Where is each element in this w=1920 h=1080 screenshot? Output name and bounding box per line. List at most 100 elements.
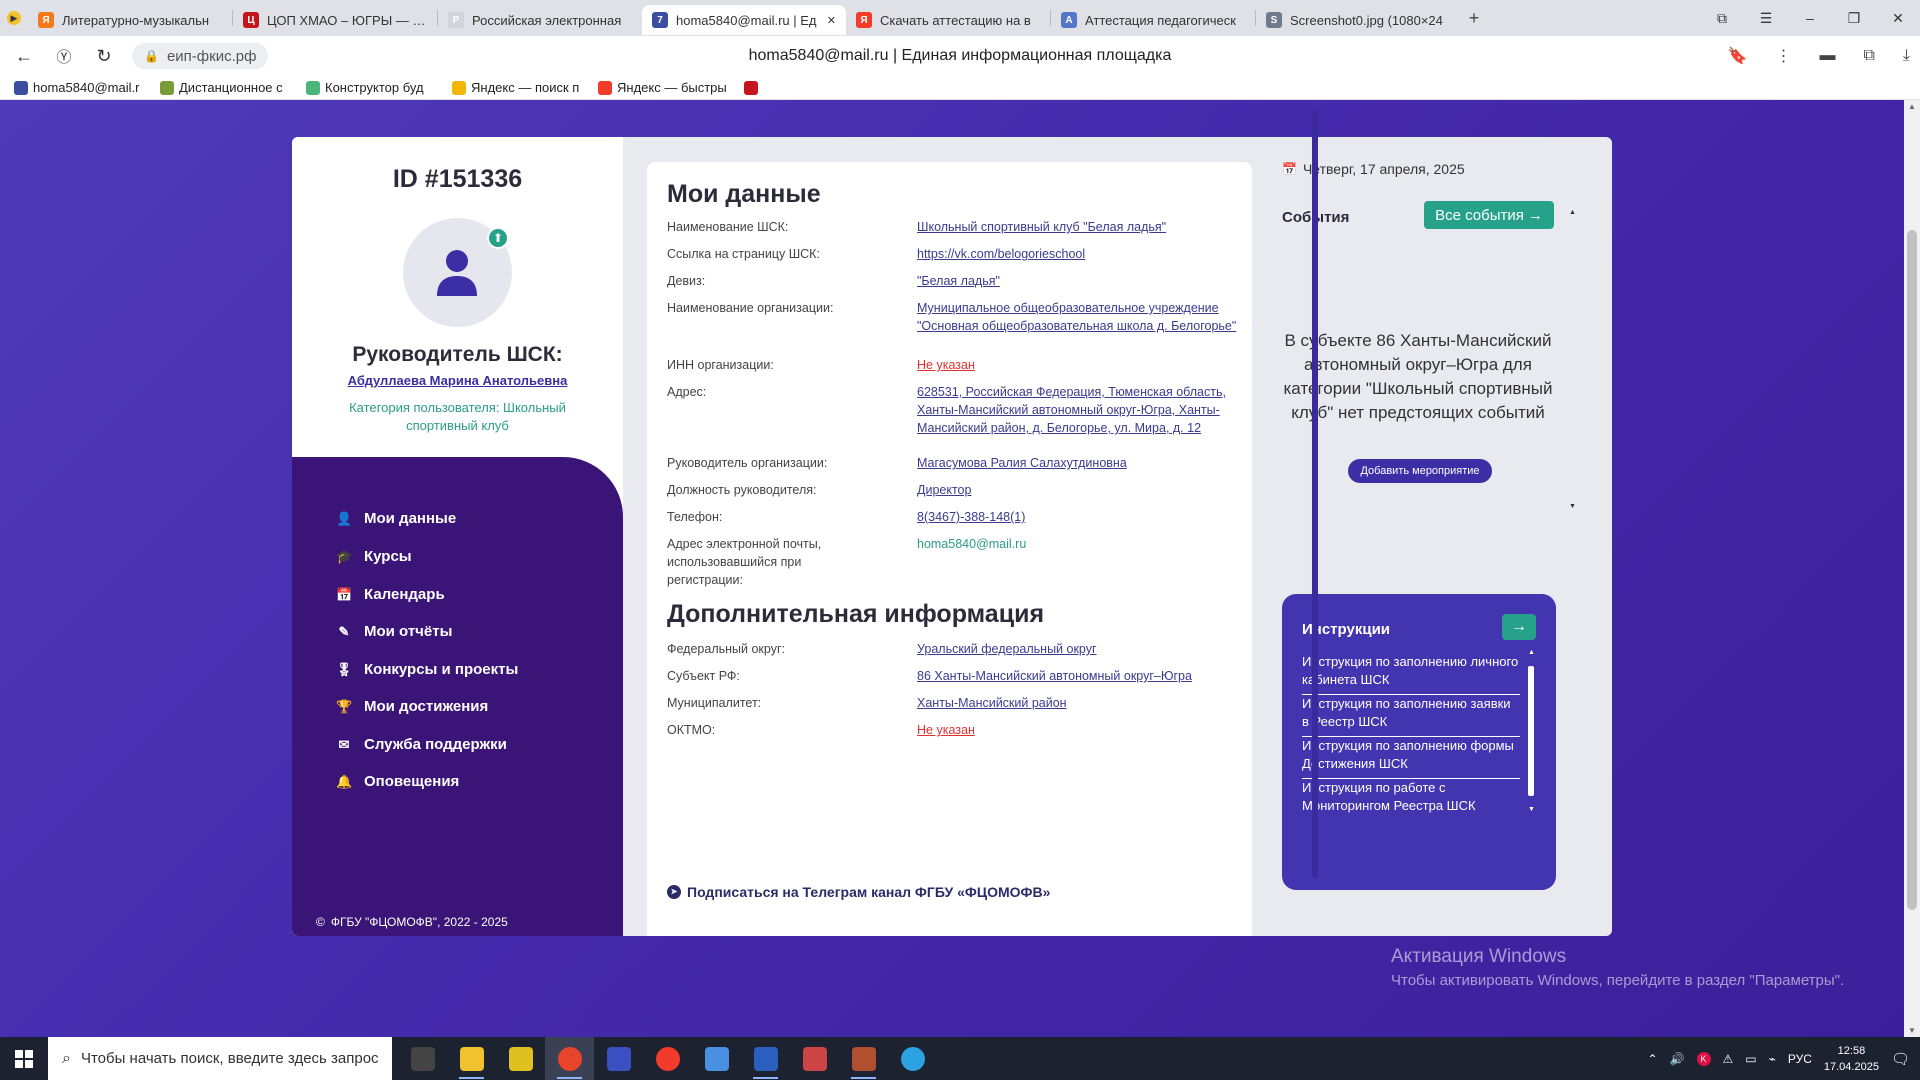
data-row-value: Не указан	[917, 358, 975, 372]
clock[interactable]: 12:58 17.04.2025	[1824, 1043, 1879, 1075]
page-scrollbar[interactable]: ▲ ▼	[1904, 100, 1920, 1037]
bookmark-item[interactable]: Яндекс — поиск п	[452, 80, 592, 95]
taskbar-search[interactable]: ⌕ Чтобы начать поиск, введите здесь запр…	[48, 1037, 392, 1080]
nav-item[interactable]: ✎ Мои отчёты	[336, 623, 453, 640]
app-icon[interactable]	[398, 1037, 447, 1080]
nav-item[interactable]: 🔔 Оповещения	[336, 773, 459, 790]
app-icon-3[interactable]	[594, 1037, 643, 1080]
power-icon[interactable]: ▭	[1745, 1052, 1756, 1066]
all-events-button[interactable]: Все события →	[1424, 201, 1554, 229]
data-row-value[interactable]: 8(3467)-388-148(1)	[917, 508, 1237, 526]
yandex-icon[interactable]	[643, 1037, 692, 1080]
maximize-icon[interactable]: ❐	[1832, 10, 1876, 27]
network-warning-icon[interactable]: ⚠	[1723, 1052, 1734, 1066]
app-icon-2[interactable]	[496, 1037, 545, 1080]
bookmark-item[interactable]: Дистанционное с	[160, 80, 300, 95]
yandex-browser-icon[interactable]	[545, 1037, 594, 1080]
data-row-value[interactable]: Муниципальное общеобразовательное учрежд…	[917, 299, 1237, 335]
data-row-value[interactable]: Ханты-Мансийский район	[917, 694, 1237, 712]
nav-item[interactable]: 👤 Мои данные	[336, 510, 456, 527]
instruction-item[interactable]: Инструкция по заполнению формы Достижени…	[1302, 737, 1520, 779]
instruction-item[interactable]: Инструкция по заполнению личного кабинет…	[1302, 653, 1520, 695]
lock-icon: 🔒	[144, 49, 159, 63]
telegram-icon[interactable]	[888, 1037, 937, 1080]
data-row-value[interactable]: Школьный спортивный клуб "Белая ладья"	[917, 218, 1237, 236]
data-row-value[interactable]: 628531, Российская Федерация, Тюменская …	[917, 383, 1237, 437]
card-scrollbar[interactable]	[1312, 108, 1318, 878]
url-field[interactable]: 🔒 еип-фкис.рф	[132, 43, 269, 69]
close-icon[interactable]: ✕	[1876, 10, 1920, 27]
notifications-icon[interactable]: 🗨	[1891, 1050, 1910, 1068]
reload-icon[interactable]: ↻	[84, 46, 124, 67]
instruction-item[interactable]: Инструкция по работе с Мониторингом Реес…	[1302, 779, 1520, 820]
yandex-logo-icon[interactable]: Ⓨ	[44, 46, 84, 67]
tab-close-icon[interactable]: ✕	[827, 14, 836, 27]
bookmark-item[interactable]: Конструктор буд	[306, 80, 446, 95]
graduation-cap-icon: 🎓	[336, 548, 353, 564]
scroll-down-arrow[interactable]: ▼	[1904, 1026, 1920, 1035]
bookmark-icon[interactable]: 🔖	[1728, 46, 1748, 66]
extra-info-heading: Дополнительная информация	[667, 600, 1045, 628]
page-scrollbar-thumb[interactable]	[1907, 230, 1917, 910]
back-icon[interactable]: ←	[4, 46, 44, 67]
user-name-link[interactable]: Абдуллаева Марина Анатольевна	[292, 373, 623, 388]
scroll-up-arrow[interactable]: ▲	[1904, 102, 1920, 111]
browser-tab[interactable]: Я Скачать аттестацию на в	[846, 5, 1050, 35]
nav-item[interactable]: 🏆 Мои достижения	[336, 698, 488, 715]
more-icon[interactable]: ⋮	[1775, 46, 1791, 66]
menu-icon[interactable]: ☰	[1744, 10, 1788, 27]
nav-item[interactable]: 🎓 Курсы	[336, 548, 412, 565]
browser-tab[interactable]: S Screenshot0.jpg (1080×24	[1256, 5, 1460, 35]
instruction-item[interactable]: Инструкция по заполнению заявки в Реестр…	[1302, 695, 1520, 737]
data-row-value[interactable]: 86 Ханты-Мансийский автономный округ–Югр…	[917, 667, 1237, 685]
yandex-menu-icon[interactable]: ▶	[0, 0, 28, 36]
instructions-scroll-up[interactable]: ▲	[1528, 649, 1535, 656]
browser-tab[interactable]: 7 homa5840@mail.ru | Ед ✕	[642, 5, 846, 35]
app-icon-5[interactable]	[790, 1037, 839, 1080]
add-event-button[interactable]: Добавить мероприятие	[1348, 459, 1492, 483]
explorer-icon[interactable]	[447, 1037, 496, 1080]
events-scroll-up[interactable]: ▲	[1569, 209, 1576, 216]
instructions-scrollbar[interactable]	[1528, 666, 1534, 796]
bookmark-item[interactable]	[744, 80, 764, 95]
events-scroll-down[interactable]: ▼	[1569, 503, 1576, 510]
browser-tab[interactable]: Р Российская электронная	[438, 5, 642, 35]
profile-icon[interactable]: ▬	[1819, 47, 1835, 65]
browser-tab[interactable]: Ц ЦОП ХМАО – ЮГРЫ — Эл	[233, 5, 437, 35]
bookmark-item[interactable]: homa5840@mail.r	[14, 80, 154, 95]
bookmark-item[interactable]: Яндекс — быстры	[598, 80, 738, 95]
data-row-value[interactable]: Уральский федеральный округ	[917, 640, 1237, 658]
instructions-scroll-down[interactable]: ▼	[1528, 806, 1535, 813]
volume-icon[interactable]: 🔊	[1670, 1052, 1685, 1066]
browser-tab[interactable]: А Аттестация педагогическ	[1051, 5, 1255, 35]
word-icon[interactable]	[741, 1037, 790, 1080]
tab-manager-icon[interactable]: ⧉	[1700, 10, 1744, 27]
upload-avatar-button[interactable]: ⬆	[487, 227, 509, 249]
app-icon-6[interactable]	[839, 1037, 888, 1080]
data-row-value[interactable]: https://vk.com/belogorieschool	[917, 245, 1237, 263]
data-row-value[interactable]: "Белая ладья"	[917, 272, 1237, 290]
app-icon-4[interactable]	[692, 1037, 741, 1080]
nav-item[interactable]: 📅 Календарь	[336, 586, 445, 603]
data-row-value[interactable]: Директор	[917, 481, 1237, 499]
bookmark-label: Дистанционное с	[179, 80, 283, 95]
start-button[interactable]	[0, 1037, 48, 1080]
nav-item[interactable]: ✉ Служба поддержки	[336, 736, 507, 753]
wifi-icon[interactable]: ⌁	[1769, 1052, 1776, 1066]
current-date-text: Четверг, 17 апреля, 2025	[1302, 161, 1465, 177]
nav-item[interactable]: 🎖 Конкурсы и проекты	[336, 661, 518, 678]
minimize-icon[interactable]: –	[1788, 10, 1832, 26]
browser-tab[interactable]: Я Литературно-музыкальн	[28, 5, 232, 35]
downloads-icon[interactable]: ⤓	[1903, 47, 1910, 65]
kaspersky-icon[interactable]: K	[1696, 1051, 1711, 1066]
collections-icon[interactable]: ⧉	[1863, 47, 1874, 65]
edit-icon: ✎	[338, 623, 350, 639]
instructions-open-button[interactable]: →	[1502, 614, 1536, 640]
chevron-up-icon[interactable]: ⌃	[1648, 1052, 1658, 1066]
data-row-value[interactable]: Магасумова Ралия Салахутдиновна	[917, 454, 1237, 472]
language-indicator[interactable]: РУС	[1788, 1052, 1812, 1066]
new-tab-button[interactable]: +	[1460, 8, 1488, 29]
my-data-heading: Мои данные	[667, 180, 821, 208]
telegram-link-text: Подписаться на Телеграм канал ФГБУ «ФЦОМ…	[687, 884, 1051, 900]
telegram-subscribe-link[interactable]: ➤ Подписаться на Телеграм канал ФГБУ «ФЦ…	[667, 884, 1050, 900]
